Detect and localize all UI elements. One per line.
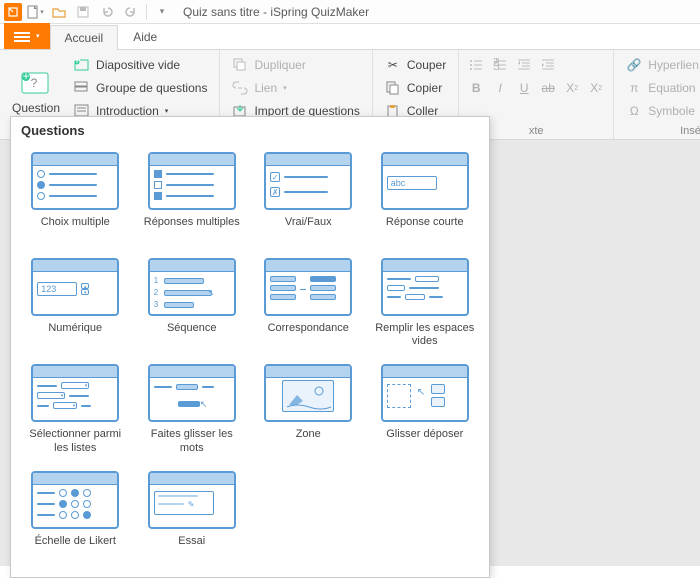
qtype-sequence[interactable]: 1 2↖ 3 Séquence: [136, 254, 249, 352]
underline-icon[interactable]: U: [513, 77, 535, 99]
hyperlink-button[interactable]: 🔗Hyperlien: [620, 54, 700, 76]
undo-icon[interactable]: [96, 2, 118, 22]
equation-icon: π: [626, 80, 642, 96]
svg-text:?: ?: [31, 76, 38, 90]
app-logo: [4, 3, 22, 21]
titlebar: ▾ ▾ Quiz sans titre - iSpring QuizMaker: [0, 0, 700, 24]
save-icon[interactable]: [72, 2, 94, 22]
outdent-icon[interactable]: [513, 54, 535, 76]
new-doc-icon[interactable]: ▾: [24, 2, 46, 22]
numbering-icon[interactable]: 123: [489, 54, 511, 76]
svg-text:+: +: [74, 57, 81, 67]
link-icon: [232, 80, 248, 96]
qtype-multiple-response[interactable]: Réponses multiples: [136, 148, 249, 246]
qtype-matching[interactable]: Correspondance: [252, 254, 365, 352]
symbol-icon: Ω: [626, 103, 642, 119]
cut-button[interactable]: ✂Couper: [379, 54, 452, 76]
dropdown-title: Questions: [11, 117, 489, 144]
qtype-likert[interactable]: Échelle de Likert: [19, 467, 132, 565]
hyperlink-icon: 🔗: [626, 57, 642, 73]
window-title: Quiz sans titre - iSpring QuizMaker: [183, 5, 369, 19]
tab-aide[interactable]: Aide: [118, 24, 172, 49]
question-group-button[interactable]: Groupe de questions: [68, 77, 213, 99]
tab-accueil[interactable]: Accueil: [50, 25, 119, 50]
file-tab[interactable]: ▾: [4, 23, 50, 49]
qtype-numeric[interactable]: 123▴▾ Numérique: [19, 254, 132, 352]
qtype-short-answer[interactable]: abc Réponse courte: [369, 148, 482, 246]
duplicate-button[interactable]: Dupliquer: [226, 54, 365, 76]
insert-group-label: Insérer: [620, 123, 700, 137]
question-icon: +?: [20, 69, 52, 101]
equation-button[interactable]: πEquation: [620, 77, 700, 99]
qtype-hotspot[interactable]: Zone: [252, 360, 365, 458]
empty-slide-button[interactable]: +Diapositive vide: [68, 54, 213, 76]
qtype-essay[interactable]: ✎ Essai: [136, 467, 249, 565]
qtype-drag-drop[interactable]: ↖ Glisser déposer: [369, 360, 482, 458]
open-icon[interactable]: [48, 2, 70, 22]
symbol-button[interactable]: ΩSymbole: [620, 100, 700, 122]
qat-customize-icon[interactable]: ▾: [151, 2, 173, 22]
italic-icon[interactable]: I: [489, 77, 511, 99]
group-insert: 🔗Hyperlien πEquation ΩSymbole Image Vidé…: [614, 50, 700, 139]
superscript-icon[interactable]: X2: [585, 77, 607, 99]
copy-button[interactable]: Copier: [379, 77, 452, 99]
subscript-icon[interactable]: X2: [561, 77, 583, 99]
ribbon-tabs: ▾ Accueil Aide: [0, 24, 700, 50]
group-icon: [74, 80, 90, 96]
qtype-select-lists[interactable]: ▾ ▾ ▾ Sélectionner parmi les listes: [19, 360, 132, 458]
svg-text:+: +: [23, 71, 30, 83]
slide-icon: +: [74, 57, 90, 73]
copy-icon: [385, 80, 401, 96]
question-label: Question: [12, 101, 60, 115]
svg-text:3: 3: [493, 59, 500, 72]
qtype-drag-words[interactable]: ↖ Faites glisser les mots: [136, 360, 249, 458]
qtype-fill-blanks[interactable]: Remplir les espaces vides: [369, 254, 482, 352]
qtype-multiple-choice[interactable]: Choix multiple: [19, 148, 132, 246]
bold-icon[interactable]: B: [465, 77, 487, 99]
question-type-dropdown: Questions Choix multiple Réponses multip…: [10, 116, 490, 578]
strike-icon[interactable]: ab: [537, 77, 559, 99]
bullets-icon[interactable]: [465, 54, 487, 76]
link-button[interactable]: Lien ▾: [226, 77, 365, 99]
scissors-icon: ✂: [385, 57, 401, 73]
indent-icon[interactable]: [537, 54, 559, 76]
duplicate-icon: [232, 57, 248, 73]
redo-icon[interactable]: [120, 2, 142, 22]
qtype-true-false[interactable]: ✓ ✗ Vrai/Faux: [252, 148, 365, 246]
